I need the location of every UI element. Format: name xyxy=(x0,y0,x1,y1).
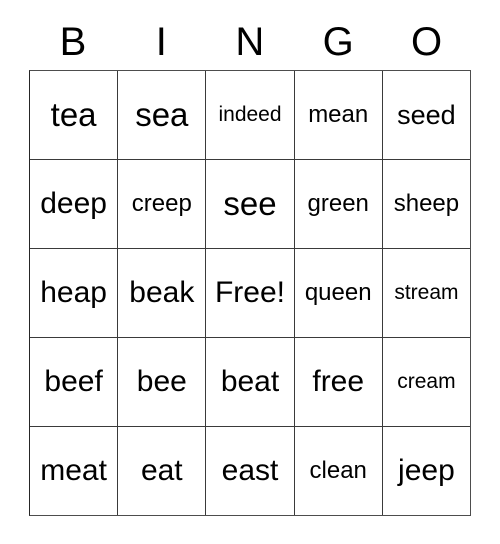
bingo-row: heap beak Free! queen stream xyxy=(30,249,471,338)
bingo-cell[interactable]: eat xyxy=(118,427,207,515)
bingo-cell[interactable]: beat xyxy=(206,338,295,426)
bingo-cell[interactable]: creep xyxy=(118,160,207,248)
bingo-cell-label: jeep xyxy=(398,454,455,488)
bingo-cell[interactable]: indeed xyxy=(206,71,295,159)
bingo-header-row: B I N G O xyxy=(29,14,471,70)
bingo-header-letter-i: I xyxy=(155,20,168,64)
bingo-cell[interactable]: beak xyxy=(118,249,207,337)
bingo-cell[interactable]: cream xyxy=(382,338,471,426)
bingo-cell[interactable]: tea xyxy=(30,71,119,159)
bingo-cell-label: mean xyxy=(308,101,369,129)
bingo-cell-label: creep xyxy=(131,190,192,218)
bingo-cell[interactable]: clean xyxy=(294,427,383,515)
bingo-cell-label: heap xyxy=(40,276,107,310)
bingo-row: deep creep see green sheep xyxy=(30,160,471,249)
bingo-cell-label: cream xyxy=(397,369,456,393)
bingo-cell[interactable]: mean xyxy=(294,71,383,159)
bingo-cell-label: green xyxy=(307,190,369,218)
bingo-cell[interactable]: east xyxy=(206,427,295,515)
bingo-cell[interactable]: bee xyxy=(118,338,207,426)
bingo-cell-label: indeed xyxy=(218,102,282,126)
bingo-header-letter-g: G xyxy=(322,20,355,64)
bingo-cell-label: see xyxy=(223,184,277,222)
bingo-cell-label: beef xyxy=(44,365,103,399)
bingo-cell[interactable]: heap xyxy=(30,249,119,337)
bingo-cell[interactable]: deep xyxy=(30,160,119,248)
bingo-row: beef bee beat free cream xyxy=(30,338,471,427)
bingo-cell-label: tea xyxy=(50,95,97,133)
bingo-cell[interactable]: jeep xyxy=(382,427,471,515)
bingo-cell-label: clean xyxy=(309,457,367,485)
bingo-cell-label: stream xyxy=(394,280,459,304)
bingo-cell[interactable]: sea xyxy=(118,71,207,159)
bingo-row: meat eat east clean jeep xyxy=(30,427,471,515)
bingo-cell[interactable]: seed xyxy=(382,71,471,159)
bingo-header-letter-b: B xyxy=(59,20,87,64)
bingo-free-space-label: Free! xyxy=(214,276,286,310)
bingo-cell-label: beak xyxy=(129,276,195,310)
bingo-cell-label: sheep xyxy=(393,190,460,218)
bingo-cell-label: meat xyxy=(40,454,107,488)
bingo-row: tea sea indeed mean seed xyxy=(30,71,471,160)
bingo-header-letter-n: N xyxy=(235,20,265,64)
bingo-cell[interactable]: free xyxy=(294,338,383,426)
bingo-cell[interactable]: see xyxy=(206,160,295,248)
bingo-cell-label: deep xyxy=(40,187,107,221)
bingo-cell-label: bee xyxy=(136,365,187,399)
bingo-grid: tea sea indeed mean seed deep creep see … xyxy=(29,70,471,516)
bingo-cell-label: sea xyxy=(135,95,189,133)
bingo-cell-label: free xyxy=(312,365,365,399)
bingo-cell[interactable]: meat xyxy=(30,427,119,515)
bingo-cell-label: seed xyxy=(397,99,456,130)
bingo-cell-label: east xyxy=(221,454,279,488)
bingo-free-space[interactable]: Free! xyxy=(206,249,295,337)
bingo-card: B I N G O tea sea indeed mean seed deep … xyxy=(0,0,500,544)
bingo-cell-label: eat xyxy=(140,454,183,488)
bingo-cell[interactable]: stream xyxy=(382,249,471,337)
bingo-cell[interactable]: sheep xyxy=(382,160,471,248)
bingo-header-letter-o: O xyxy=(411,20,443,64)
bingo-cell[interactable]: green xyxy=(294,160,383,248)
bingo-cell-label: beat xyxy=(220,365,280,399)
bingo-cell[interactable]: queen xyxy=(294,249,383,337)
bingo-cell[interactable]: beef xyxy=(30,338,119,426)
bingo-cell-label: queen xyxy=(304,279,372,307)
